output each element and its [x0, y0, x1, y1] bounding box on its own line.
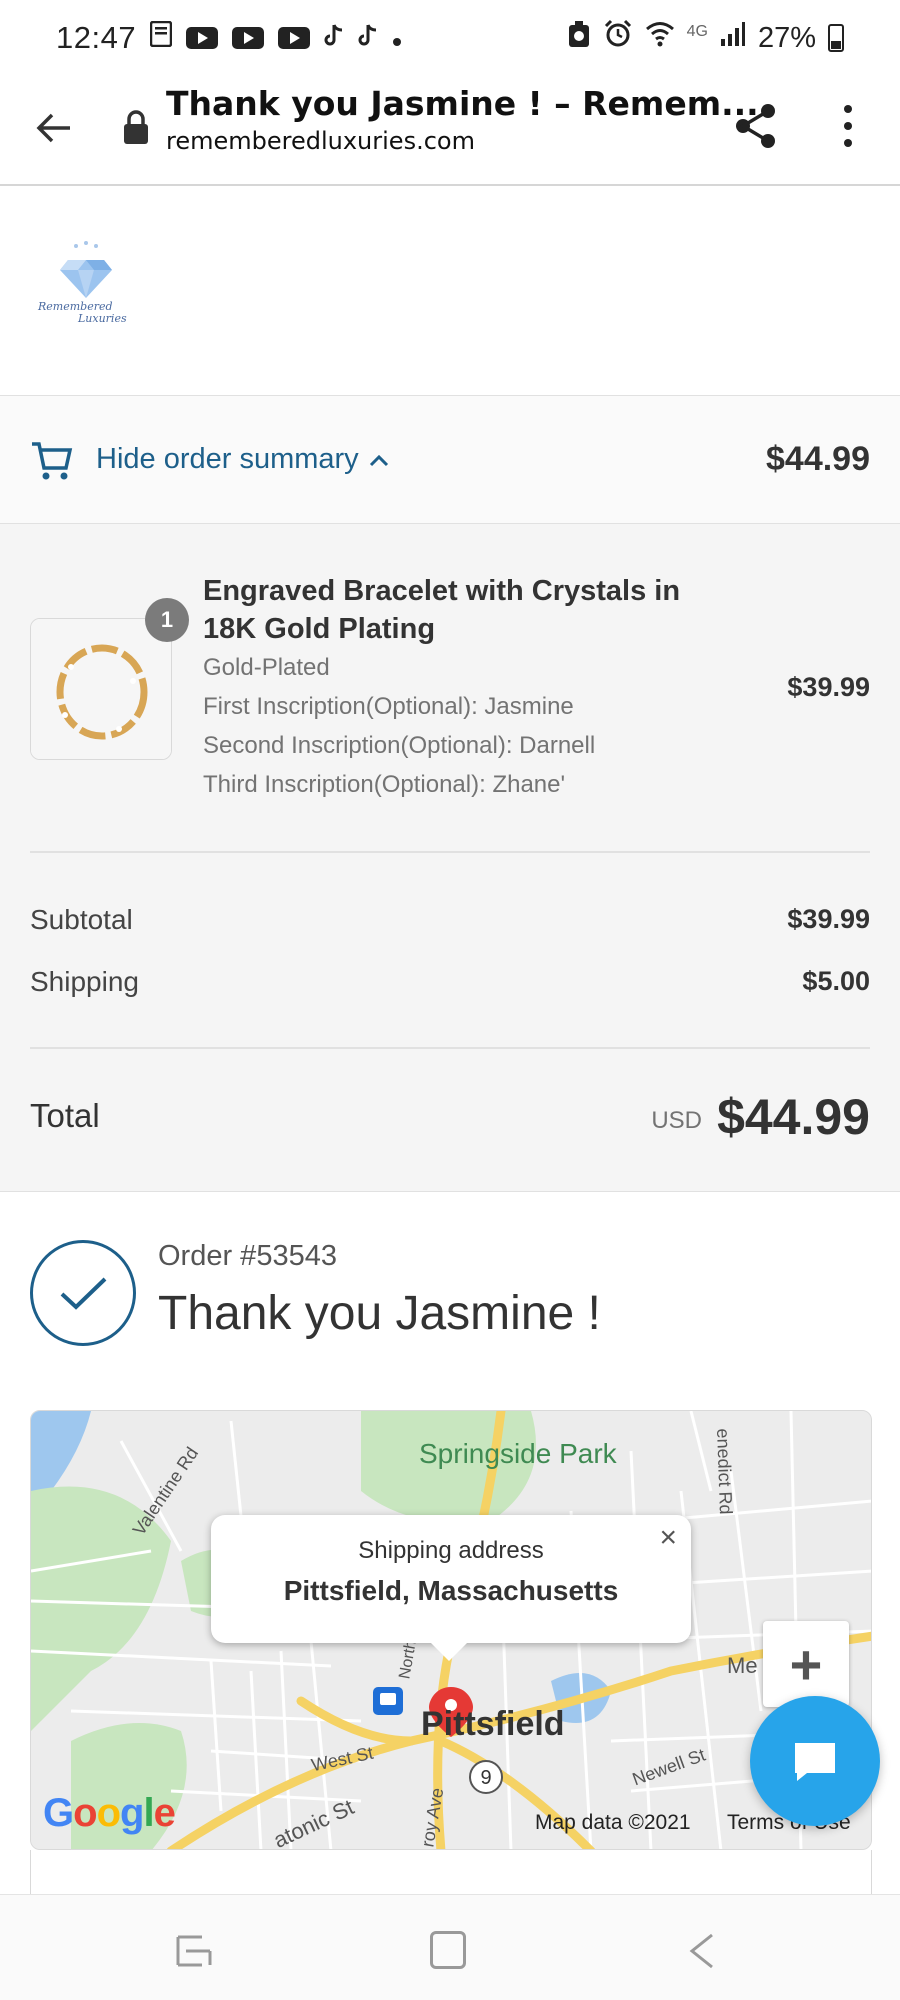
shipping-value: $5.00: [802, 966, 870, 996]
page-domain: rememberedluxuries.com: [166, 127, 475, 155]
dot: [844, 121, 852, 130]
total-currency: USD: [651, 1107, 702, 1134]
order-number: Order #53543: [158, 1240, 337, 1272]
subtotal-label: Subtotal: [30, 904, 133, 935]
product-name: Engraved Bracelet with Crystals in 18K G…: [203, 575, 681, 645]
product-inscription: First Inscription(Optional): Jasmine: [203, 693, 574, 720]
status-bar: 12:47 4G 27%: [0, 0, 900, 76]
back-button[interactable]: [30, 104, 78, 152]
street-label: Me: [727, 1653, 758, 1678]
product-inscription: Second Inscription(Optional): Darnell: [203, 732, 596, 759]
share-icon: [736, 104, 775, 148]
notification-app-icon: [149, 20, 173, 55]
more-vert-button[interactable]: [830, 100, 866, 152]
product-inscription: Third Inscription(Optional): Zhane': [203, 771, 566, 798]
close-icon[interactable]: ×: [659, 1521, 677, 1555]
total-value: $44.99: [717, 1089, 870, 1145]
park-label: Springside Park: [419, 1438, 617, 1469]
street-label: enedict Rd: [713, 1428, 737, 1515]
next-section-peek: [30, 1850, 872, 1894]
summary-total: $44.99: [766, 440, 870, 478]
url-bar[interactable]: Thank you Jasmine ! – Remem... remembere…: [166, 84, 759, 155]
tiktok-icon: [358, 21, 378, 55]
shipping-map[interactable]: 9 Valentine Rd enedict Rd West St Newell…: [30, 1410, 872, 1850]
checkmark-circle-icon: [30, 1240, 136, 1346]
youtube-icon: [186, 27, 219, 49]
chat-bubble-icon: [795, 1743, 835, 1781]
network-type: 4G: [686, 23, 708, 40]
product-info: Engraved Bracelet with Crystals in 18K G…: [203, 572, 703, 804]
recent-apps-button[interactable]: [172, 1929, 216, 1973]
status-time: 12:47: [56, 20, 137, 55]
popup-title: Shipping address: [358, 1537, 544, 1564]
google-logo: Google: [43, 1791, 176, 1835]
youtube-icon: [278, 27, 311, 49]
quantity-badge: 1: [145, 598, 189, 642]
back-arrow-icon: [36, 113, 70, 143]
total-label: Total: [30, 1097, 100, 1134]
dot: [844, 139, 852, 148]
battery-icon: [828, 24, 844, 52]
product-price: $39.99: [787, 672, 870, 702]
diamond-icon: [60, 241, 112, 298]
divider: [30, 1047, 870, 1049]
battery-percent: 27%: [757, 21, 816, 54]
system-back-button[interactable]: [680, 1929, 724, 1973]
data-saver-icon: [567, 20, 591, 56]
zoom-in-button[interactable]: +: [763, 1621, 849, 1707]
order-summary: 1 Engraved Bracelet with Crystals in 18K…: [0, 524, 900, 1192]
map-attribution: Map data ©2021: [535, 1811, 691, 1834]
thank-you-heading: Thank you Jasmine !: [158, 1287, 601, 1340]
share-button[interactable]: [730, 100, 782, 152]
dot: [844, 104, 852, 113]
home-button[interactable]: [430, 1931, 466, 1969]
chevron-up-icon: [369, 454, 388, 466]
lock-icon[interactable]: [122, 108, 150, 148]
popup-address: Pittsfield, Massachusetts: [283, 1575, 619, 1606]
shipping-address-popup: Shipping address Pittsfield, Massachuset…: [211, 1515, 691, 1661]
cart-icon: [32, 441, 73, 479]
shipping-label: Shipping: [30, 966, 139, 997]
order-summary-toggle[interactable]: Hide order summary $44.99: [0, 396, 900, 524]
alarm-icon: [603, 19, 633, 57]
store-header: Remembered Luxuries: [0, 188, 900, 396]
page-title: Thank you Jasmine ! – Remem...: [166, 84, 759, 123]
product-variant: Gold-Plated: [203, 654, 330, 681]
tiktok-icon: [324, 21, 344, 55]
city-label: Pittsfield: [421, 1705, 565, 1743]
route-shield-label: 9: [480, 1767, 491, 1789]
signal-icon: [720, 21, 746, 55]
android-nav-bar: [0, 1894, 900, 2000]
more-notifications-dot-icon: [392, 21, 402, 55]
divider: [30, 851, 870, 853]
logo-text: Remembered Luxuries: [38, 301, 127, 325]
product-thumbnail: [30, 618, 172, 760]
subtotal-value: $39.99: [787, 904, 870, 934]
bracelet-image: [31, 619, 171, 759]
logo-line2: Luxuries: [78, 312, 127, 325]
wifi-icon: [645, 20, 675, 56]
browser-toolbar: Thank you Jasmine ! – Remem... remembere…: [0, 76, 900, 186]
chat-button[interactable]: [750, 1696, 880, 1826]
youtube-icon: [232, 27, 265, 49]
toggle-label[interactable]: Hide order summary: [96, 443, 359, 476]
